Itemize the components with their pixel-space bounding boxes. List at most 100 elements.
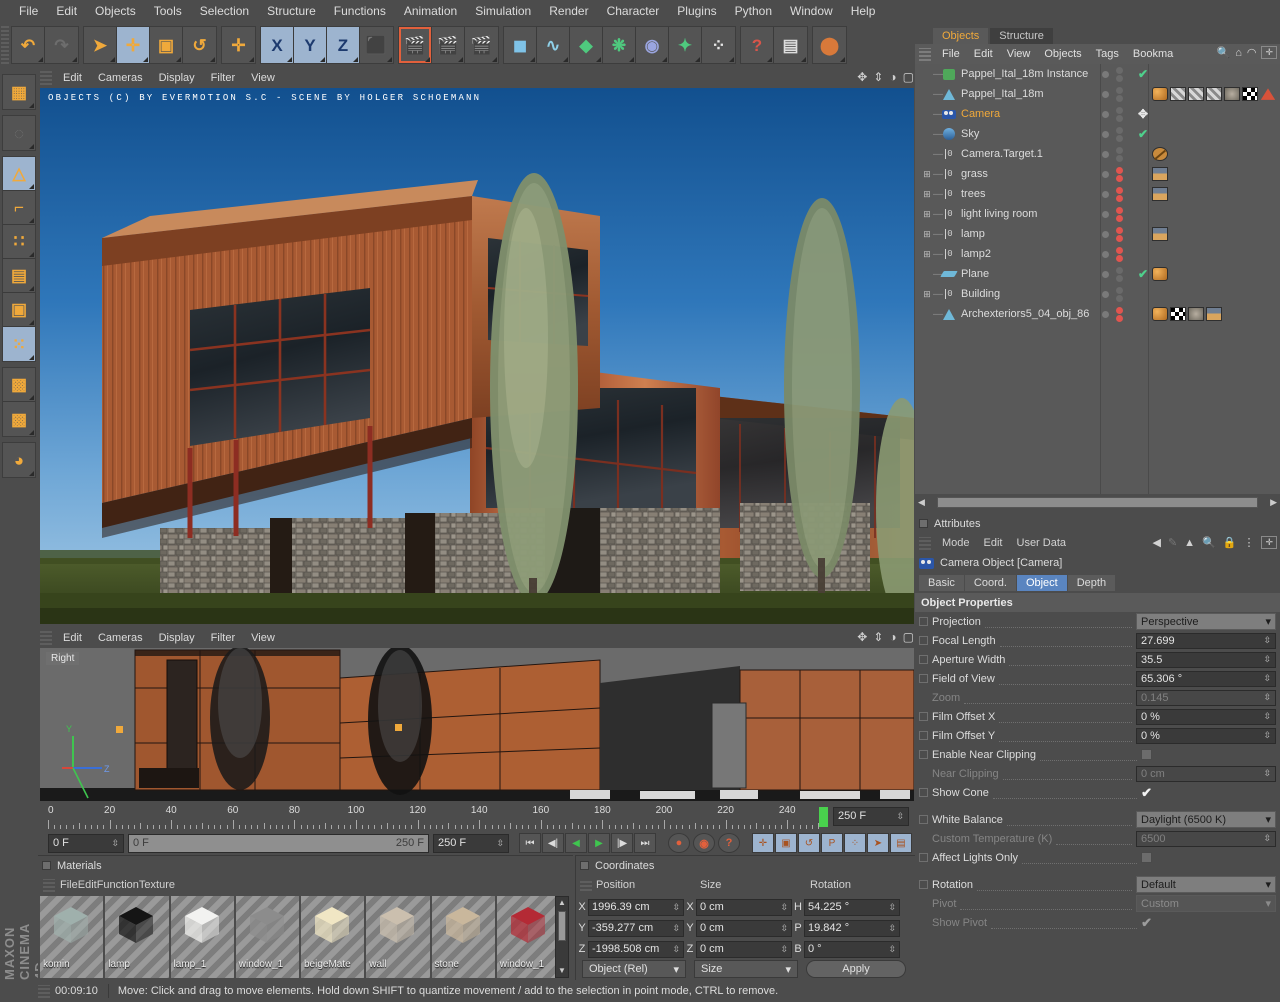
property-input-film-offset-y[interactable]: 0 %⇳ <box>1136 728 1276 744</box>
spinner-icon[interactable]: ⇳ <box>780 923 788 934</box>
enabled-check-icon[interactable]: ✔ <box>1138 67 1148 81</box>
dropdown-corner-icon[interactable] <box>29 184 34 189</box>
play-forward-button[interactable]: ▶ <box>588 833 610 853</box>
editor-visibility-dot[interactable] <box>1102 71 1109 78</box>
render-visibility-dots[interactable] <box>1116 127 1123 142</box>
spinner-icon[interactable]: ⇳ <box>1263 730 1271 741</box>
tag-hatch-icon[interactable] <box>1170 87 1186 101</box>
object-manager-grip[interactable] <box>919 48 931 61</box>
menu-character[interactable]: Character <box>598 0 669 22</box>
spinner-icon[interactable]: ⇳ <box>1263 635 1271 646</box>
go-to-start-button[interactable]: ⏮ <box>519 833 541 853</box>
spinner-icon[interactable]: ⇳ <box>1263 768 1271 779</box>
attributes-tab-object[interactable]: Object <box>1017 575 1067 591</box>
dropdown-corner-icon[interactable] <box>176 57 181 62</box>
editor-visibility-dot[interactable] <box>1102 291 1109 298</box>
panel-menu-icon[interactable] <box>42 861 51 870</box>
menu-python[interactable]: Python <box>726 0 781 22</box>
spinner-icon[interactable]: ⇳ <box>888 944 896 955</box>
property-checkbox-affect-lights-only[interactable] <box>1141 852 1152 863</box>
visibility-dot-bottom[interactable] <box>1116 135 1123 142</box>
object-row-camera-target-1[interactable]: —0Camera.Target.1 <box>915 144 1280 164</box>
render-visibility-dots[interactable] <box>1116 287 1123 302</box>
coord-size-y-field[interactable]: 0 cm⇳ <box>696 920 792 937</box>
texture-mode-icon[interactable]: ▩ <box>3 368 35 402</box>
visibility-dot-bottom[interactable] <box>1116 255 1123 262</box>
property-input-field-of-view[interactable]: 65.306 °⇳ <box>1136 671 1276 687</box>
visibility-dot-top[interactable] <box>1116 87 1123 94</box>
object-row-archexteriors5-04-obj-86[interactable]: —Archexteriors5_04_obj_86 <box>915 304 1280 324</box>
select-tool-icon[interactable]: ➤ <box>84 27 117 63</box>
viewport-top-icons[interactable]: ✥ ⇕ ◑ ▢ <box>857 70 914 84</box>
viewport-bottom-icons[interactable]: ✥ ⇕ ◑ ▢ <box>857 630 914 644</box>
render-visibility-dots[interactable] <box>1116 167 1123 182</box>
autokeying-button[interactable]: ◉ <box>693 833 715 853</box>
materials-menu-file[interactable]: File <box>60 879 78 891</box>
menu-selection[interactable]: Selection <box>191 0 258 22</box>
object-row-trees[interactable]: ⊞—0trees <box>915 184 1280 204</box>
tag-stone-icon[interactable] <box>1188 307 1204 321</box>
search-icon[interactable]: 🔍 <box>1202 536 1216 549</box>
dropdown-corner-icon[interactable] <box>38 57 43 62</box>
object-row-sky[interactable]: —Sky✔ <box>915 124 1280 144</box>
point-mode-icon[interactable]: ∷ <box>3 225 35 259</box>
object-manager-menu-file[interactable]: File <box>935 44 967 64</box>
dropdown-corner-icon[interactable] <box>320 57 325 62</box>
material-swatch[interactable]: lamp <box>105 896 168 978</box>
render-visibility-dots[interactable] <box>1116 107 1123 122</box>
property-toggle-checkbox[interactable] <box>919 788 928 797</box>
visibility-dot-bottom[interactable] <box>1116 235 1123 242</box>
visibility-dots[interactable] <box>1102 204 1132 224</box>
options-icon[interactable]: ⋮ <box>1243 536 1254 549</box>
dropdown-corner-icon[interactable] <box>210 57 215 62</box>
menu-file[interactable]: File <box>10 0 47 22</box>
viewport-top-grip[interactable] <box>40 71 52 85</box>
material-swatch[interactable]: window_1 <box>497 896 560 978</box>
menu-animation[interactable]: Animation <box>395 0 466 22</box>
panel-menu-icon[interactable] <box>580 861 589 870</box>
tag-forbidden-icon[interactable] <box>1152 147 1168 161</box>
up-arrow-icon[interactable]: ▲ <box>1184 537 1195 549</box>
property-input-near-clipping[interactable]: 0 cm⇳ <box>1136 766 1276 782</box>
add-icon[interactable]: ✛ <box>1261 46 1277 59</box>
undo-icon[interactable]: ↶ <box>12 27 45 63</box>
dropdown-corner-icon[interactable] <box>29 430 34 435</box>
object-manager-menu-bookma[interactable]: Bookma <box>1126 44 1180 64</box>
expand-icon[interactable]: ⊞ <box>921 249 933 260</box>
dropdown-corner-icon[interactable] <box>287 57 292 62</box>
property-toggle-checkbox[interactable] <box>919 712 928 721</box>
material-swatch[interactable]: window_1 <box>236 896 299 978</box>
spinner-icon[interactable]: ⇳ <box>888 923 896 934</box>
perspective-render-canvas[interactable]: OBJECTS (C) BY EVERMOTION S.C - SCENE BY… <box>40 88 914 624</box>
dropdown-corner-icon[interactable] <box>29 252 34 257</box>
property-input-zoom[interactable]: 0.145⇳ <box>1136 690 1276 706</box>
viewport-top-menu-view[interactable]: View <box>243 68 283 88</box>
object-manager-tab-structure[interactable]: Structure <box>990 28 1053 44</box>
step-forward-button[interactable]: |▶ <box>611 833 633 853</box>
visibility-dots[interactable] <box>1102 64 1132 84</box>
tag-clapper-icon[interactable] <box>1152 187 1168 201</box>
render-visibility-dots[interactable] <box>1116 307 1123 322</box>
dropdown-corner-icon[interactable] <box>492 57 497 62</box>
timeline-playhead[interactable] <box>819 807 828 827</box>
attributes-menu-edit[interactable]: Edit <box>977 533 1010 553</box>
materials-list[interactable]: komin lamp lamp_1 window_1 beigeMate wal… <box>40 896 560 978</box>
enabled-check-icon[interactable]: ✔ <box>1138 127 1148 141</box>
property-input-aperture-width[interactable]: 35.5⇳ <box>1136 652 1276 668</box>
property-toggle-checkbox[interactable] <box>919 655 928 664</box>
attributes-tab-basic[interactable]: Basic <box>919 575 964 591</box>
editor-visibility-dot[interactable] <box>1102 111 1109 118</box>
visibility-dot-bottom[interactable] <box>1116 175 1123 182</box>
pan-icon[interactable]: ✥ <box>857 630 867 644</box>
visibility-dot-bottom[interactable] <box>1116 195 1123 202</box>
viewport-bottom-menu-cameras[interactable]: Cameras <box>90 628 151 648</box>
visibility-dots[interactable] <box>1102 84 1132 104</box>
coord-position-y-field[interactable]: -359.277 cm⇳ <box>588 920 684 937</box>
material-swatch[interactable]: wall <box>366 896 429 978</box>
status-grip[interactable] <box>38 985 50 998</box>
menu-help[interactable]: Help <box>842 0 885 22</box>
attributes-tab-depth[interactable]: Depth <box>1068 575 1115 591</box>
dropdown-corner-icon[interactable] <box>72 57 77 62</box>
render-visibility-dots[interactable] <box>1116 187 1123 202</box>
render-region-icon[interactable]: 🎬 <box>432 27 465 63</box>
